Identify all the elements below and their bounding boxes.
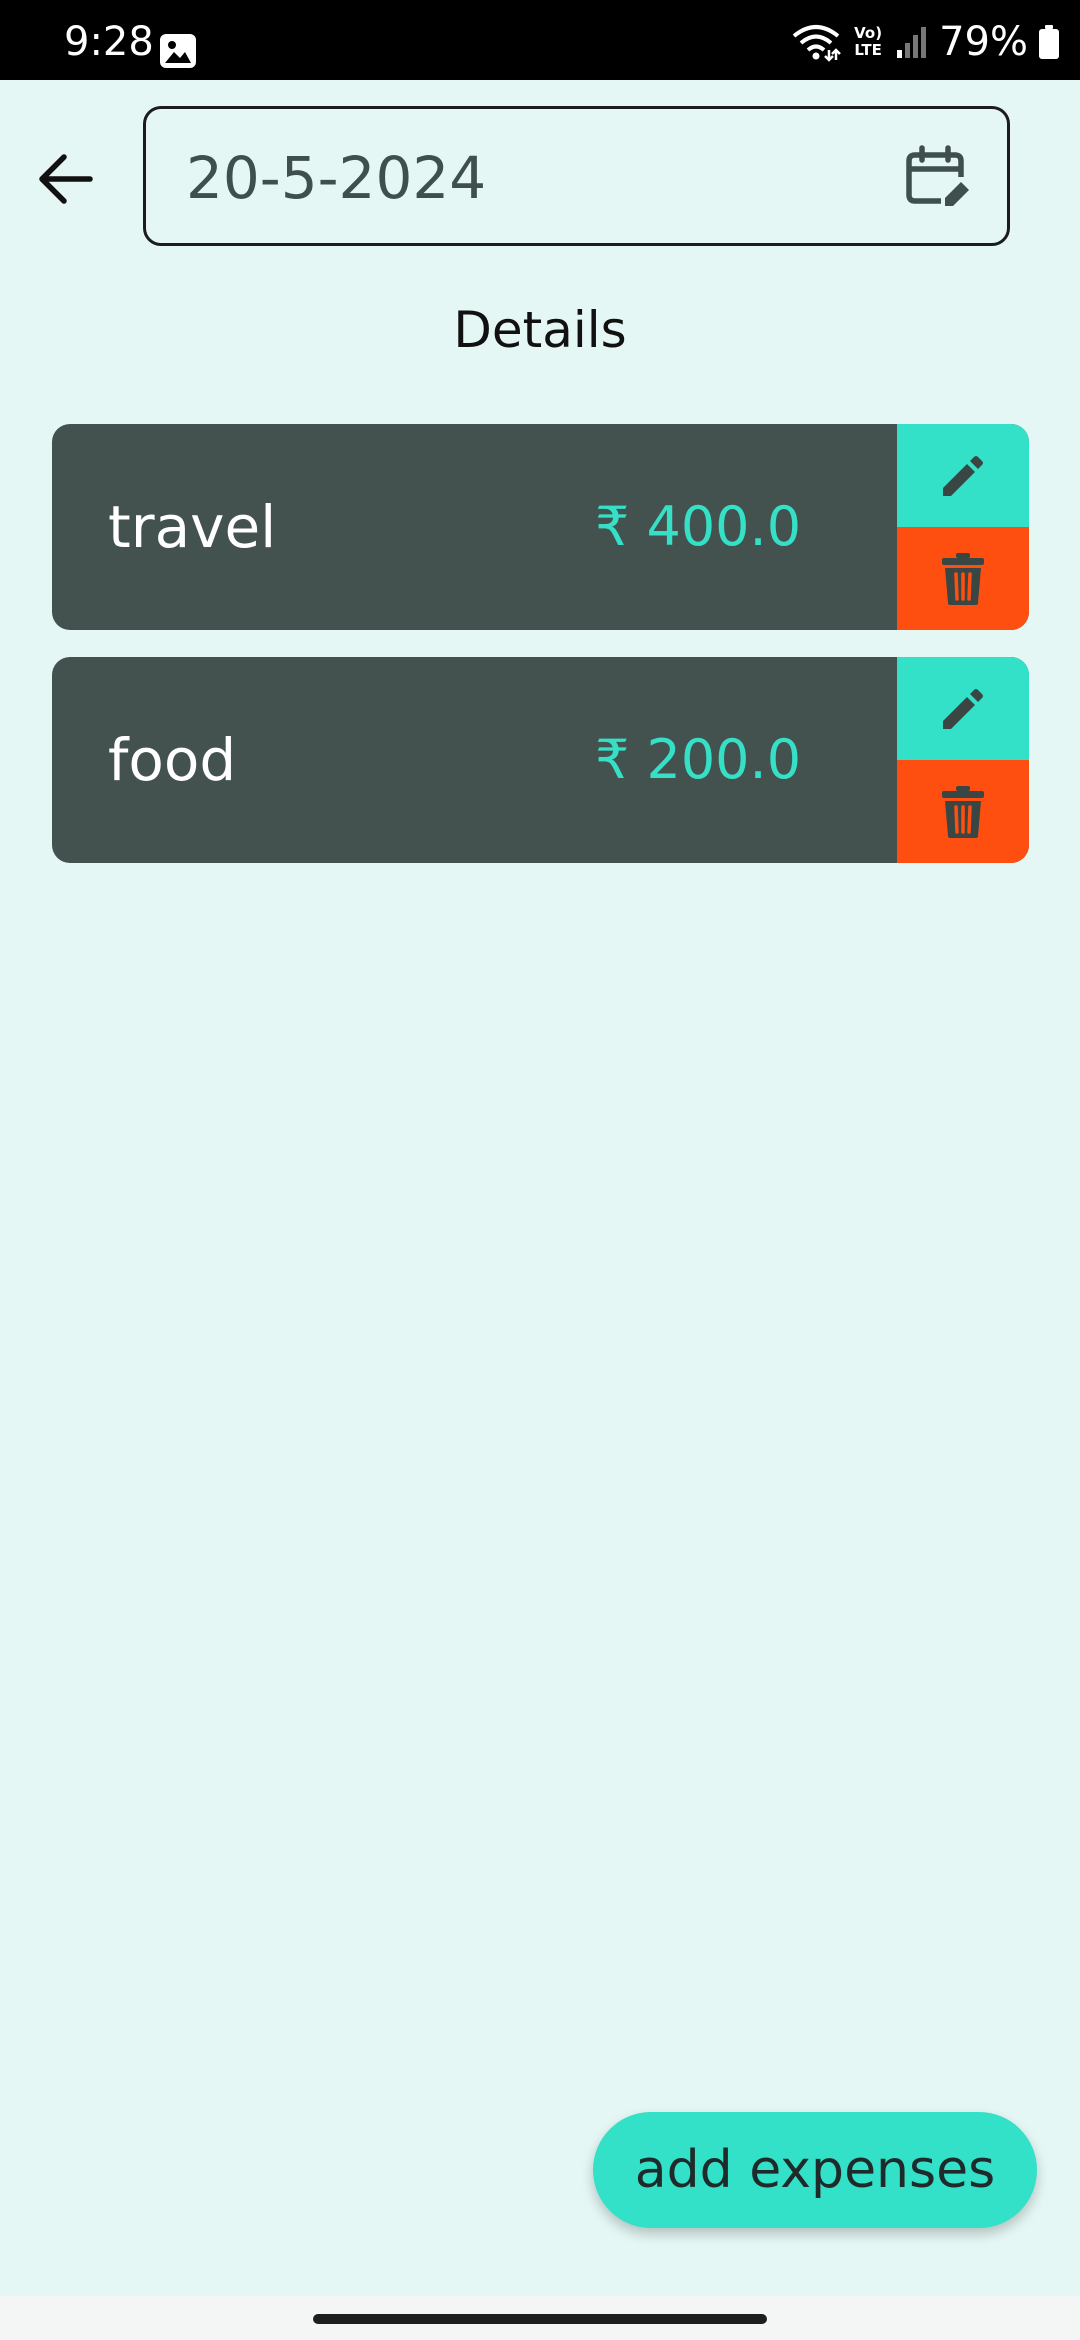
trash-icon [942,785,984,838]
expense-amount: ₹ 400.0 [594,495,802,558]
expense-card: food ₹ 200.0 [52,657,1029,863]
expense-name: food [108,726,237,794]
add-expenses-label: add expenses [634,2140,996,2200]
edit-button[interactable] [897,424,1029,527]
gallery-icon [160,34,196,68]
status-time: 9:28 [64,19,154,65]
expense-amount: ₹ 200.0 [594,728,802,791]
status-icons: Vo) LTE 79% [791,22,1060,62]
pencil-icon [943,688,983,729]
battery-icon [1039,25,1059,59]
calendar-edit-icon[interactable] [905,145,969,209]
expense-card: travel ₹ 400.0 [52,424,1029,630]
signal-icon [897,27,927,58]
date-value: 20-5-2024 [186,144,487,212]
volte-icon: Vo) LTE [854,24,883,59]
delete-button[interactable] [897,527,1029,630]
expense-name: travel [108,493,277,561]
status-bar: 9:28 Vo) LTE 79% [0,0,1080,80]
pencil-icon [943,455,983,496]
wifi-icon [792,25,841,62]
page-title: Details [453,301,627,359]
delete-button[interactable] [897,760,1029,863]
edit-button[interactable] [897,657,1029,760]
add-expenses-button[interactable]: add expenses [593,2112,1037,2228]
back-arrow-icon[interactable] [34,148,96,210]
home-indicator[interactable] [313,2314,767,2324]
date-field[interactable]: 20-5-2024 [143,106,1010,246]
trash-icon [942,552,984,605]
battery-percent: 79% [939,19,1028,65]
